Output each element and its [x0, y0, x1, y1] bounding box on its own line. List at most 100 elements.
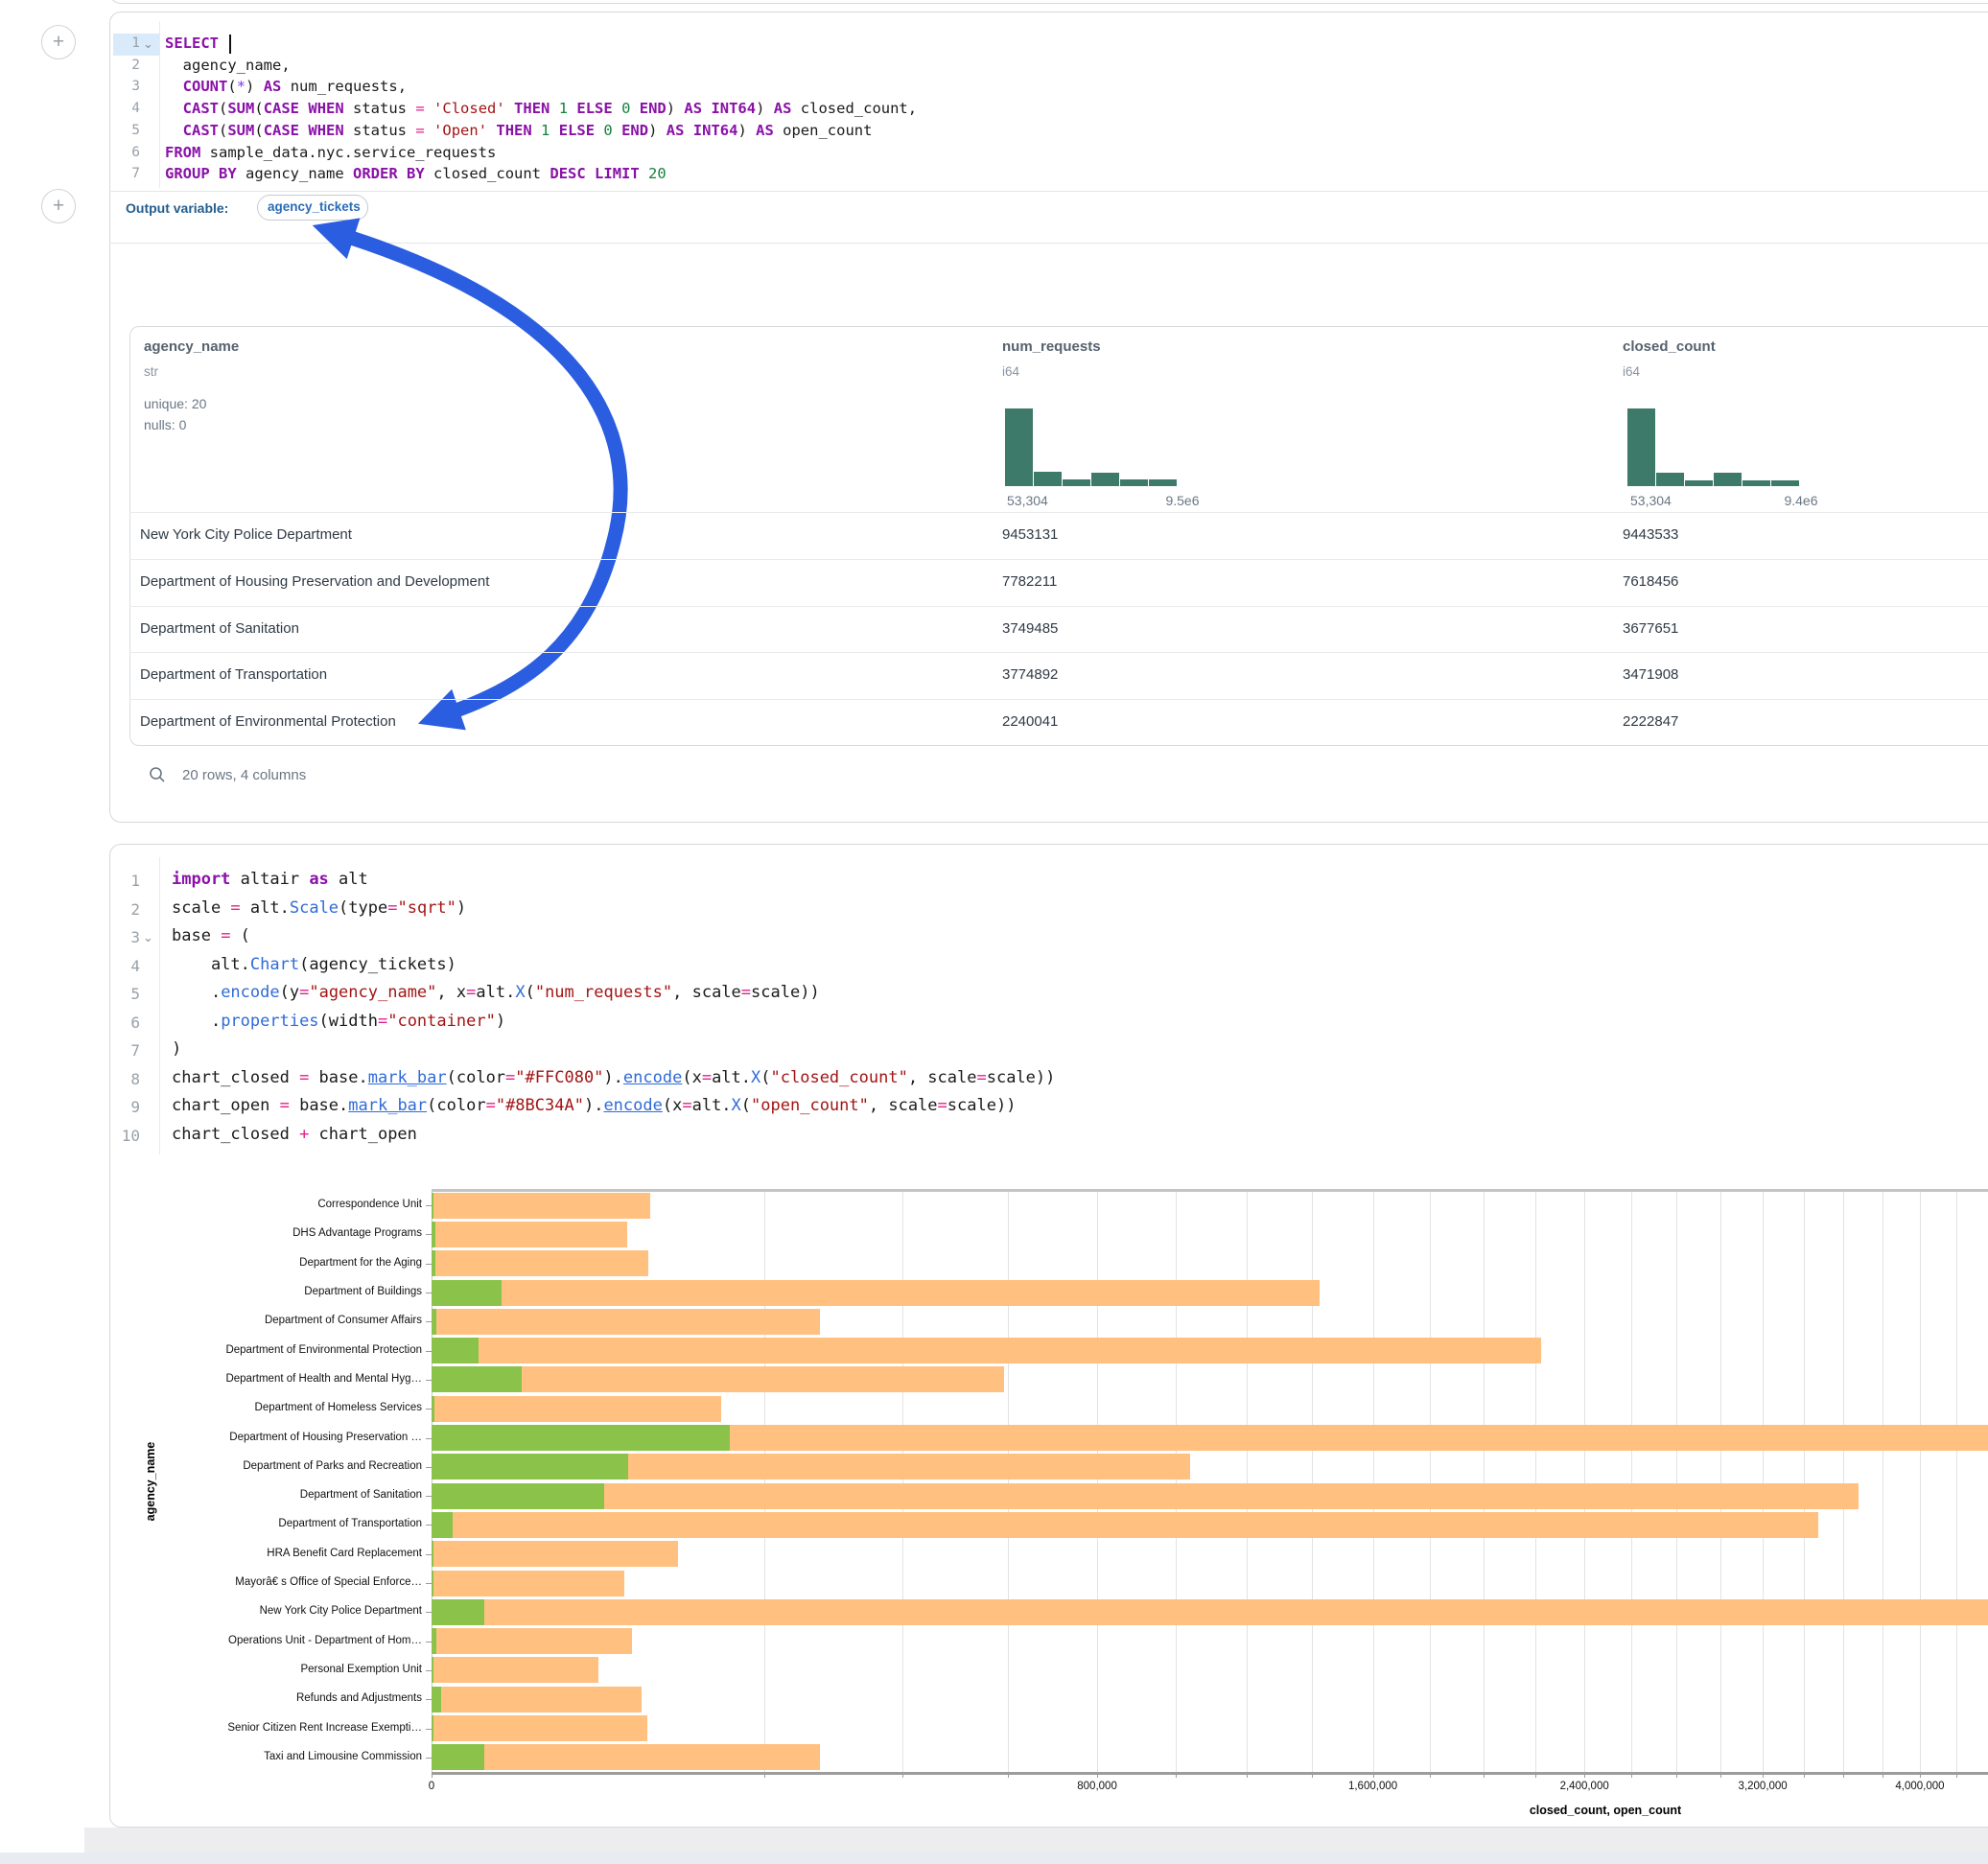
previous-cell-edge — [109, 0, 1988, 4]
gridline — [1956, 1191, 1957, 1772]
bar-closed-count — [432, 1193, 650, 1219]
code-token: (x — [663, 1096, 682, 1115]
bar-closed-count — [432, 1657, 598, 1683]
code-token: encode — [623, 1068, 682, 1087]
code-token: altair — [230, 870, 309, 889]
y-tick — [426, 1234, 432, 1235]
bar-open-count — [432, 1744, 484, 1770]
gridline — [1484, 1191, 1485, 1772]
output-variable-input[interactable]: agency_tickets — [257, 195, 368, 221]
column-stat-nulls: nulls: 0 — [144, 417, 186, 432]
column-type: i64 — [1002, 364, 1019, 379]
page-bottom-strip — [0, 1852, 1988, 1864]
code-token: (agency_tickets) — [299, 955, 456, 974]
code-token: "sqrt" — [397, 898, 456, 918]
y-tick — [426, 1554, 432, 1555]
y-axis-label: Taxi and Limousine Commission — [0, 1751, 422, 1762]
code-token: status — [344, 100, 416, 117]
code-token: CAST — [183, 122, 219, 139]
code-token: SUM — [227, 122, 254, 139]
code-token: ). — [603, 1068, 622, 1087]
y-tick — [426, 1525, 432, 1526]
gridline — [1584, 1191, 1585, 1772]
code-token: ( — [219, 122, 227, 139]
y-tick — [426, 1380, 432, 1381]
gridline — [1312, 1191, 1313, 1772]
search-icon[interactable] — [149, 766, 166, 783]
code-token: ( — [230, 926, 249, 945]
code-token — [165, 122, 183, 139]
y-tick — [426, 1729, 432, 1730]
code-token: = — [378, 1012, 387, 1031]
fold-chevron-icon[interactable]: ⌄ — [143, 930, 153, 945]
code-token: closed_count, — [791, 100, 917, 117]
page-background-band — [84, 1828, 1988, 1854]
add-cell-button-top[interactable]: + — [41, 25, 76, 59]
histogram-bar — [1685, 480, 1713, 486]
code-token: 20 — [648, 165, 667, 182]
histogram-min-label: 53,304 — [1007, 493, 1048, 508]
code-token: chart_open — [309, 1125, 417, 1144]
code-line: import altair as alt — [172, 870, 368, 889]
table-cell-closed-count: 3677651 — [1623, 620, 1678, 637]
table-cell-agency-name: Department of Housing Preservation and D… — [140, 573, 955, 590]
bar-open-count — [432, 1396, 434, 1422]
bar-open-count — [432, 1483, 604, 1509]
line-number: 1 — [102, 872, 140, 890]
gridline — [1720, 1191, 1721, 1772]
code-line: alt.Chart(agency_tickets) — [172, 955, 456, 974]
code-token: 1 — [559, 100, 568, 117]
code-token: = — [230, 898, 240, 918]
code-line: chart_closed = base.mark_bar(color="#FFC… — [172, 1068, 1055, 1087]
row-separator — [129, 699, 1988, 700]
code-token: = — [682, 1096, 691, 1115]
code-token: CAST — [183, 100, 219, 117]
code-token: ( — [219, 100, 227, 117]
code-token: = — [486, 1096, 496, 1115]
add-cell-button-middle[interactable]: + — [41, 189, 76, 223]
fold-chevron-icon[interactable]: ⌄ — [143, 36, 153, 52]
line-number: 7 — [102, 166, 140, 181]
code-token: AS — [264, 78, 282, 95]
bar-closed-count — [432, 1222, 627, 1247]
code-line: CAST(SUM(CASE WHEN status = 'Closed' THE… — [165, 100, 917, 117]
code-token: as — [309, 870, 328, 889]
code-line: FROM sample_data.nyc.service_requests — [165, 144, 496, 161]
code-token: Scale — [290, 898, 339, 918]
code-token: , scale — [869, 1096, 938, 1115]
code-line: .encode(y="agency_name", x=alt.X("num_re… — [172, 983, 820, 1002]
column-header-closed-count: closed_count — [1623, 338, 1716, 355]
y-axis-label: Correspondence Unit — [0, 1199, 422, 1210]
code-token: COUNT — [183, 78, 228, 95]
code-token: , scale — [672, 983, 741, 1002]
histogram-bar — [1005, 408, 1033, 486]
code-token: import — [172, 870, 230, 889]
bar-closed-count — [432, 1599, 1988, 1625]
bar-open-count — [432, 1628, 436, 1654]
code-token: = — [299, 1068, 309, 1087]
code-token: scale)) — [947, 1096, 1017, 1115]
y-axis-label: New York City Police Department — [0, 1605, 422, 1617]
code-line: .properties(width="container") — [172, 1012, 505, 1031]
code-line: GROUP BY agency_name ORDER BY closed_cou… — [165, 165, 667, 182]
code-token: alt — [329, 870, 368, 889]
bar-closed-count — [432, 1396, 721, 1422]
gridline — [1097, 1191, 1098, 1772]
bar-open-count — [432, 1366, 522, 1392]
gridline — [1176, 1191, 1177, 1772]
code-token: END — [621, 122, 648, 139]
code-token — [299, 122, 308, 139]
code-token: mark_bar — [348, 1096, 427, 1115]
code-token: ELSE — [559, 122, 595, 139]
code-token — [505, 100, 514, 117]
code-token: X — [751, 1068, 760, 1087]
code-token: INT64 — [711, 100, 756, 117]
table-cell-num-requests: 3749485 — [1002, 620, 1058, 637]
code-token: chart_closed — [172, 1125, 299, 1144]
code-token: (y — [280, 983, 299, 1002]
table-cell-closed-count: 7618456 — [1623, 573, 1678, 590]
code-token: THEN — [514, 100, 550, 117]
y-tick — [426, 1351, 432, 1352]
y-tick — [426, 1642, 432, 1643]
line-number: 6 — [102, 1014, 140, 1032]
